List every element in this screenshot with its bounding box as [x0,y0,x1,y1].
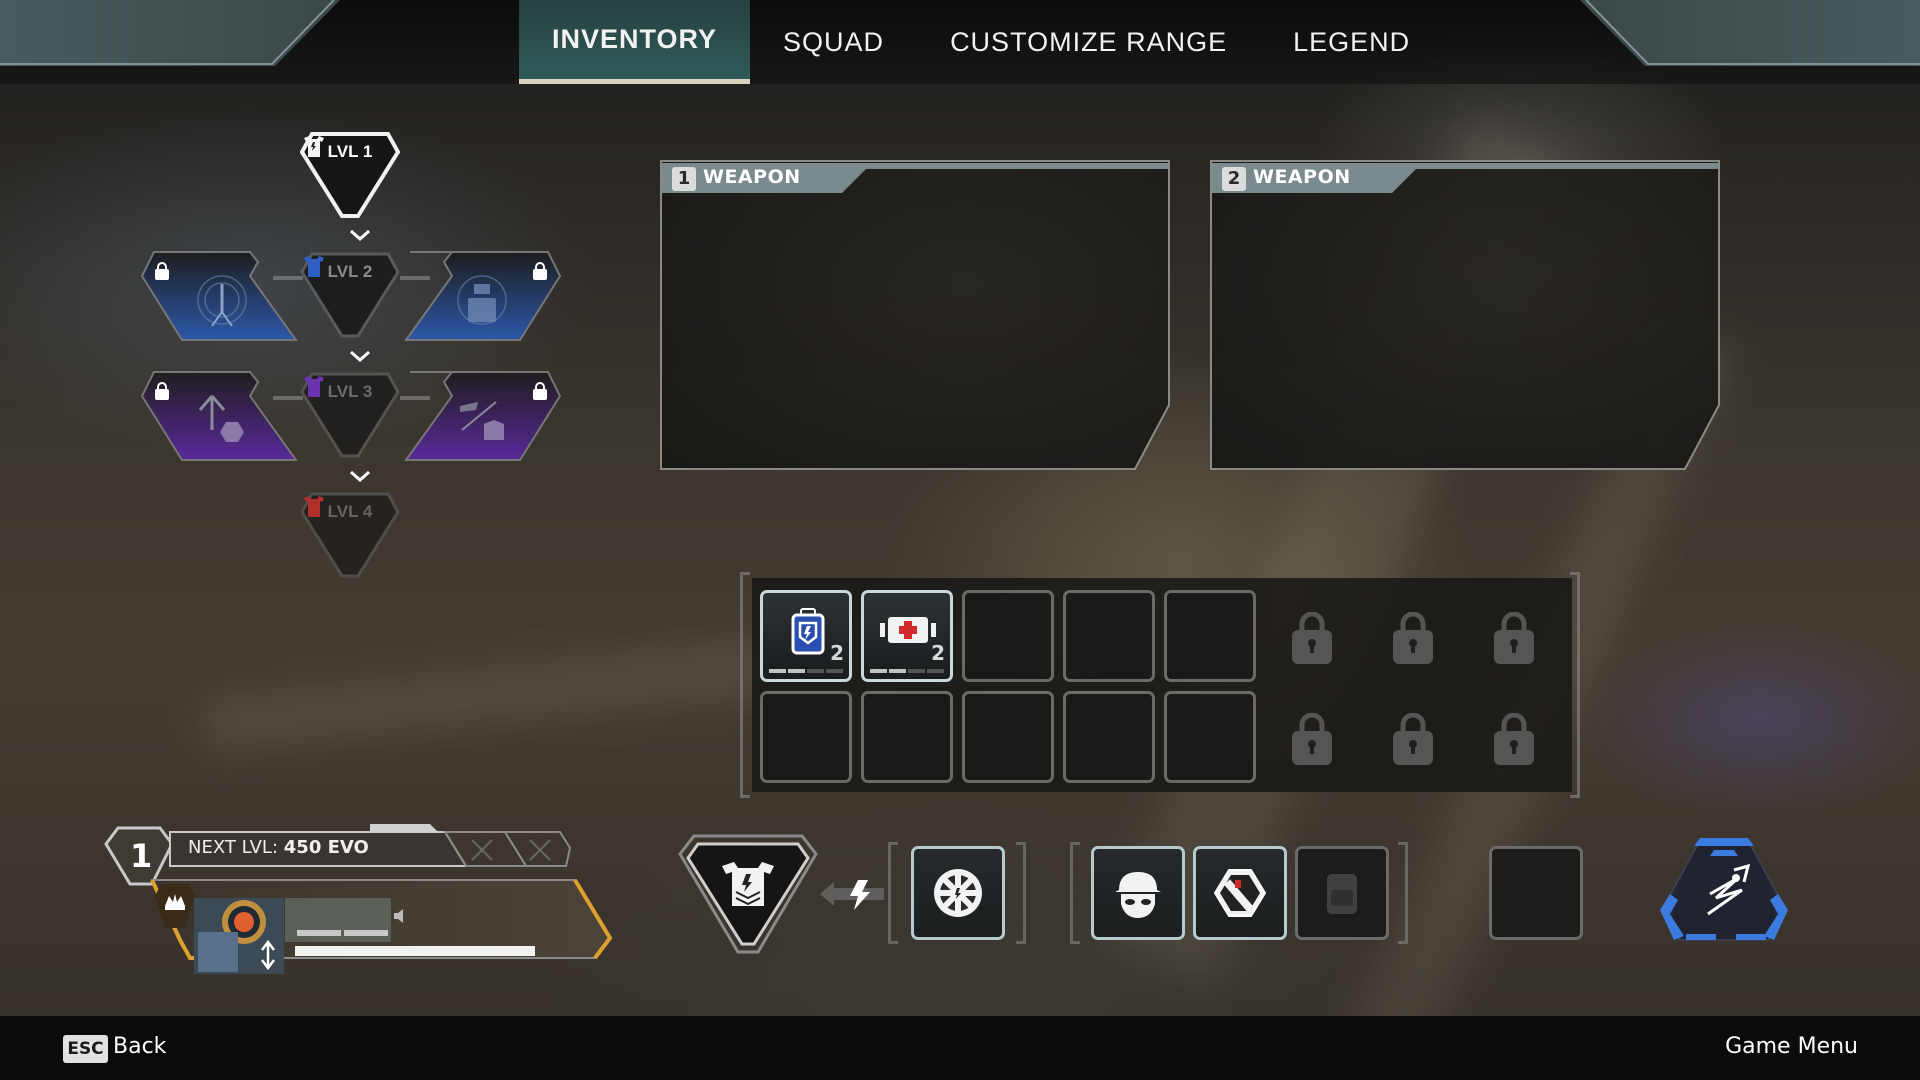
backpack-slot-locked [1467,691,1559,783]
tab-inventory[interactable]: INVENTORY [519,0,751,84]
survey-beacon-icon [198,395,244,442]
backpack-slot-locked [1265,590,1357,682]
header-corner-left-line [0,0,335,65]
tactical-ability-icon[interactable] [1656,834,1792,946]
perk-lvl2-left[interactable] [140,250,300,342]
backpack-slot-locked [1467,590,1559,682]
chevron-down-icon [350,350,370,362]
drone-shield-icon [460,401,504,440]
helmet-icon [1115,872,1161,918]
shield-cell-icon [791,608,825,655]
stack-fill-bar [769,669,843,673]
perk-lvl3-left[interactable] [140,370,300,462]
knockdown-shield-slot[interactable] [1193,846,1287,940]
upgrade-arrow-icon [820,880,884,910]
next-level-label: NEXT LVL: 450 EVO [188,837,369,858]
evo-level-4-node[interactable]: LVL 4 [300,492,400,578]
evo-level-3-node[interactable]: LVL 3 [300,372,400,458]
weapon-slot-2[interactable]: 2 WEAPON [1210,160,1720,470]
weapon-slot-label: WEAPON [1253,166,1351,188]
evo-level-2-node[interactable]: LVL 2 [300,252,400,338]
backpack-icon [1327,874,1357,914]
tree-connector [273,396,303,400]
evo-cache-slot[interactable] [911,846,1005,940]
item-count: 2 [830,641,844,665]
backpack-slot-locked [1366,691,1458,783]
lock-icon [1292,713,1332,765]
chevron-down-icon [350,470,370,482]
tab-bar: INVENTORY SQUAD CUSTOMIZE RANGE LEGEND [519,0,1443,84]
backpack-slot-empty[interactable] [861,691,953,783]
evo-level-1-node[interactable]: LVL 1 [300,132,400,218]
backpack-slot-empty[interactable] [1164,691,1256,783]
tab-squad[interactable]: SQUAD [750,0,917,84]
footer-bar [0,1016,1920,1080]
armor-blue-icon [304,256,324,277]
backpack-equip-slot[interactable] [1295,846,1389,940]
backpack-slot-empty[interactable] [1063,590,1155,682]
game-menu-button[interactable]: Game Menu [1725,1034,1858,1059]
backpack-slot-empty[interactable] [962,691,1054,783]
syringe-icon [880,617,936,643]
header-corner-right-line [1585,0,1920,65]
shield-segment [297,930,341,936]
weapon-slot-number: 2 [1222,167,1246,191]
lock-icon [1393,612,1433,664]
backpack-grid: 2 2 [740,572,1580,798]
lock-icon [533,382,547,400]
chevron-down-icon [350,229,370,241]
backpack-slot[interactable]: 2 [760,590,852,682]
body-armor-slot[interactable] [676,830,820,960]
backpack-slot[interactable]: 2 [861,590,953,682]
perk-lvl2-right[interactable] [402,250,562,342]
beacon-scan-icon [197,275,247,327]
evo-armor-tree: LVL 1 LVL 2 LVL 3 LVL 4 [140,128,562,598]
armor-purple-icon [304,376,324,397]
tree-connector [273,276,303,280]
lock-icon [1292,612,1332,664]
backpack-slot-locked [1265,691,1357,783]
legend-portrait [194,898,284,974]
helmet-slot[interactable] [1091,846,1185,940]
weapon-slot-number: 1 [672,167,696,191]
speaker-icon[interactable] [392,908,408,924]
player-level: 1 [130,837,153,875]
item-count: 2 [931,641,945,665]
lock-icon [155,262,169,280]
lock-icon [155,382,169,400]
care-package-icon [457,275,507,325]
backpack-slot-empty[interactable] [760,691,852,783]
player-status-card: 1 NEXT LVL: 450 EVO [100,820,620,974]
stack-fill-bar [870,669,944,673]
perk-lvl3-right[interactable] [402,370,562,462]
back-button[interactable]: Back [113,1034,166,1059]
armor-red-icon [304,496,324,517]
lock-icon [533,262,547,280]
tab-customize-range[interactable]: CUSTOMIZE RANGE [917,0,1260,84]
esc-key-hint[interactable]: ESC [63,1035,108,1063]
lock-icon [1393,713,1433,765]
lock-icon [1494,612,1534,664]
evo-cache-icon [934,869,982,917]
weapon-slot-label: WEAPON [703,166,801,188]
shield-segment [344,930,388,936]
backpack-slot-empty[interactable] [1164,590,1256,682]
weapon-slot-1[interactable]: 1 WEAPON [660,160,1170,470]
lock-icon [1494,713,1534,765]
knockdown-shield-icon [1213,869,1267,917]
backpack-slot-empty[interactable] [1063,691,1155,783]
tab-legend[interactable]: LEGEND [1260,0,1443,84]
backpack-slot-locked [1366,590,1458,682]
survival-item-slot[interactable] [1489,846,1583,940]
health-bar [295,946,535,956]
armor-white-icon [304,136,324,157]
backpack-slot-empty[interactable] [962,590,1054,682]
